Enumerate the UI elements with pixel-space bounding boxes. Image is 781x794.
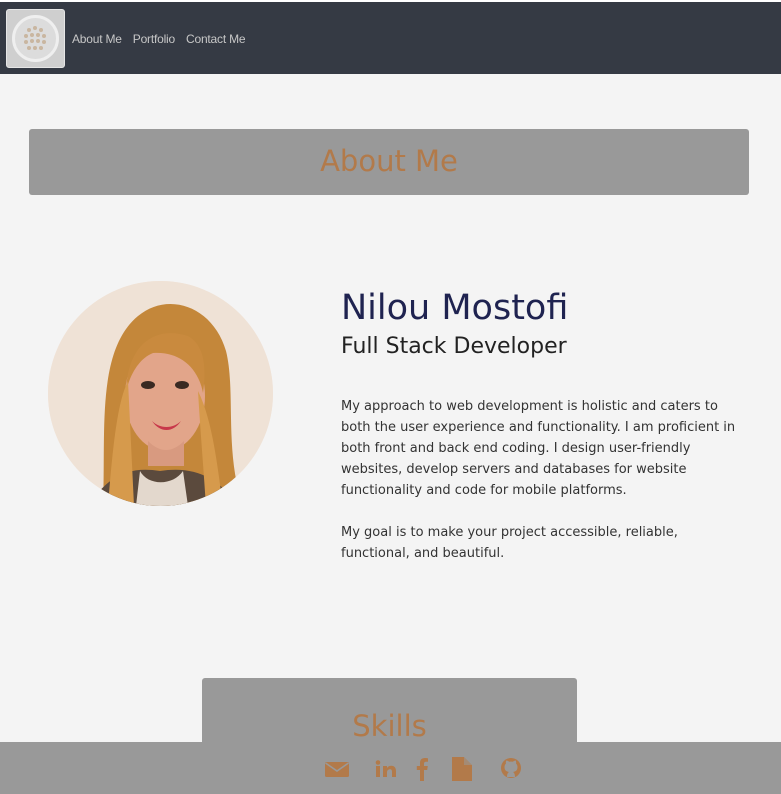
github-icon[interactable] xyxy=(500,756,522,782)
envelope-icon[interactable] xyxy=(324,756,350,782)
footer xyxy=(0,742,781,794)
profile-name: Nilou Mostofi xyxy=(341,288,569,328)
profile-role: Full Stack Developer xyxy=(341,334,567,359)
bio-paragraph: My approach to web development is holist… xyxy=(341,399,736,498)
linkedin-icon[interactable] xyxy=(375,756,397,782)
main-nav: About Me Portfolio Contact Me xyxy=(72,32,246,46)
logo-icon xyxy=(12,15,59,62)
nav-portfolio[interactable]: Portfolio xyxy=(133,32,175,46)
file-icon[interactable] xyxy=(451,756,473,782)
nav-contact-me[interactable]: Contact Me xyxy=(186,32,246,46)
profile-photo xyxy=(48,281,273,506)
social-links xyxy=(324,756,522,782)
goal-paragraph: My goal is to make your project accessib… xyxy=(341,525,678,561)
logo[interactable] xyxy=(6,9,65,68)
about-heading: About Me xyxy=(29,129,749,195)
top-navbar: About Me Portfolio Contact Me xyxy=(0,0,781,74)
facebook-icon[interactable] xyxy=(415,756,429,782)
nav-about-me[interactable]: About Me xyxy=(72,32,122,46)
